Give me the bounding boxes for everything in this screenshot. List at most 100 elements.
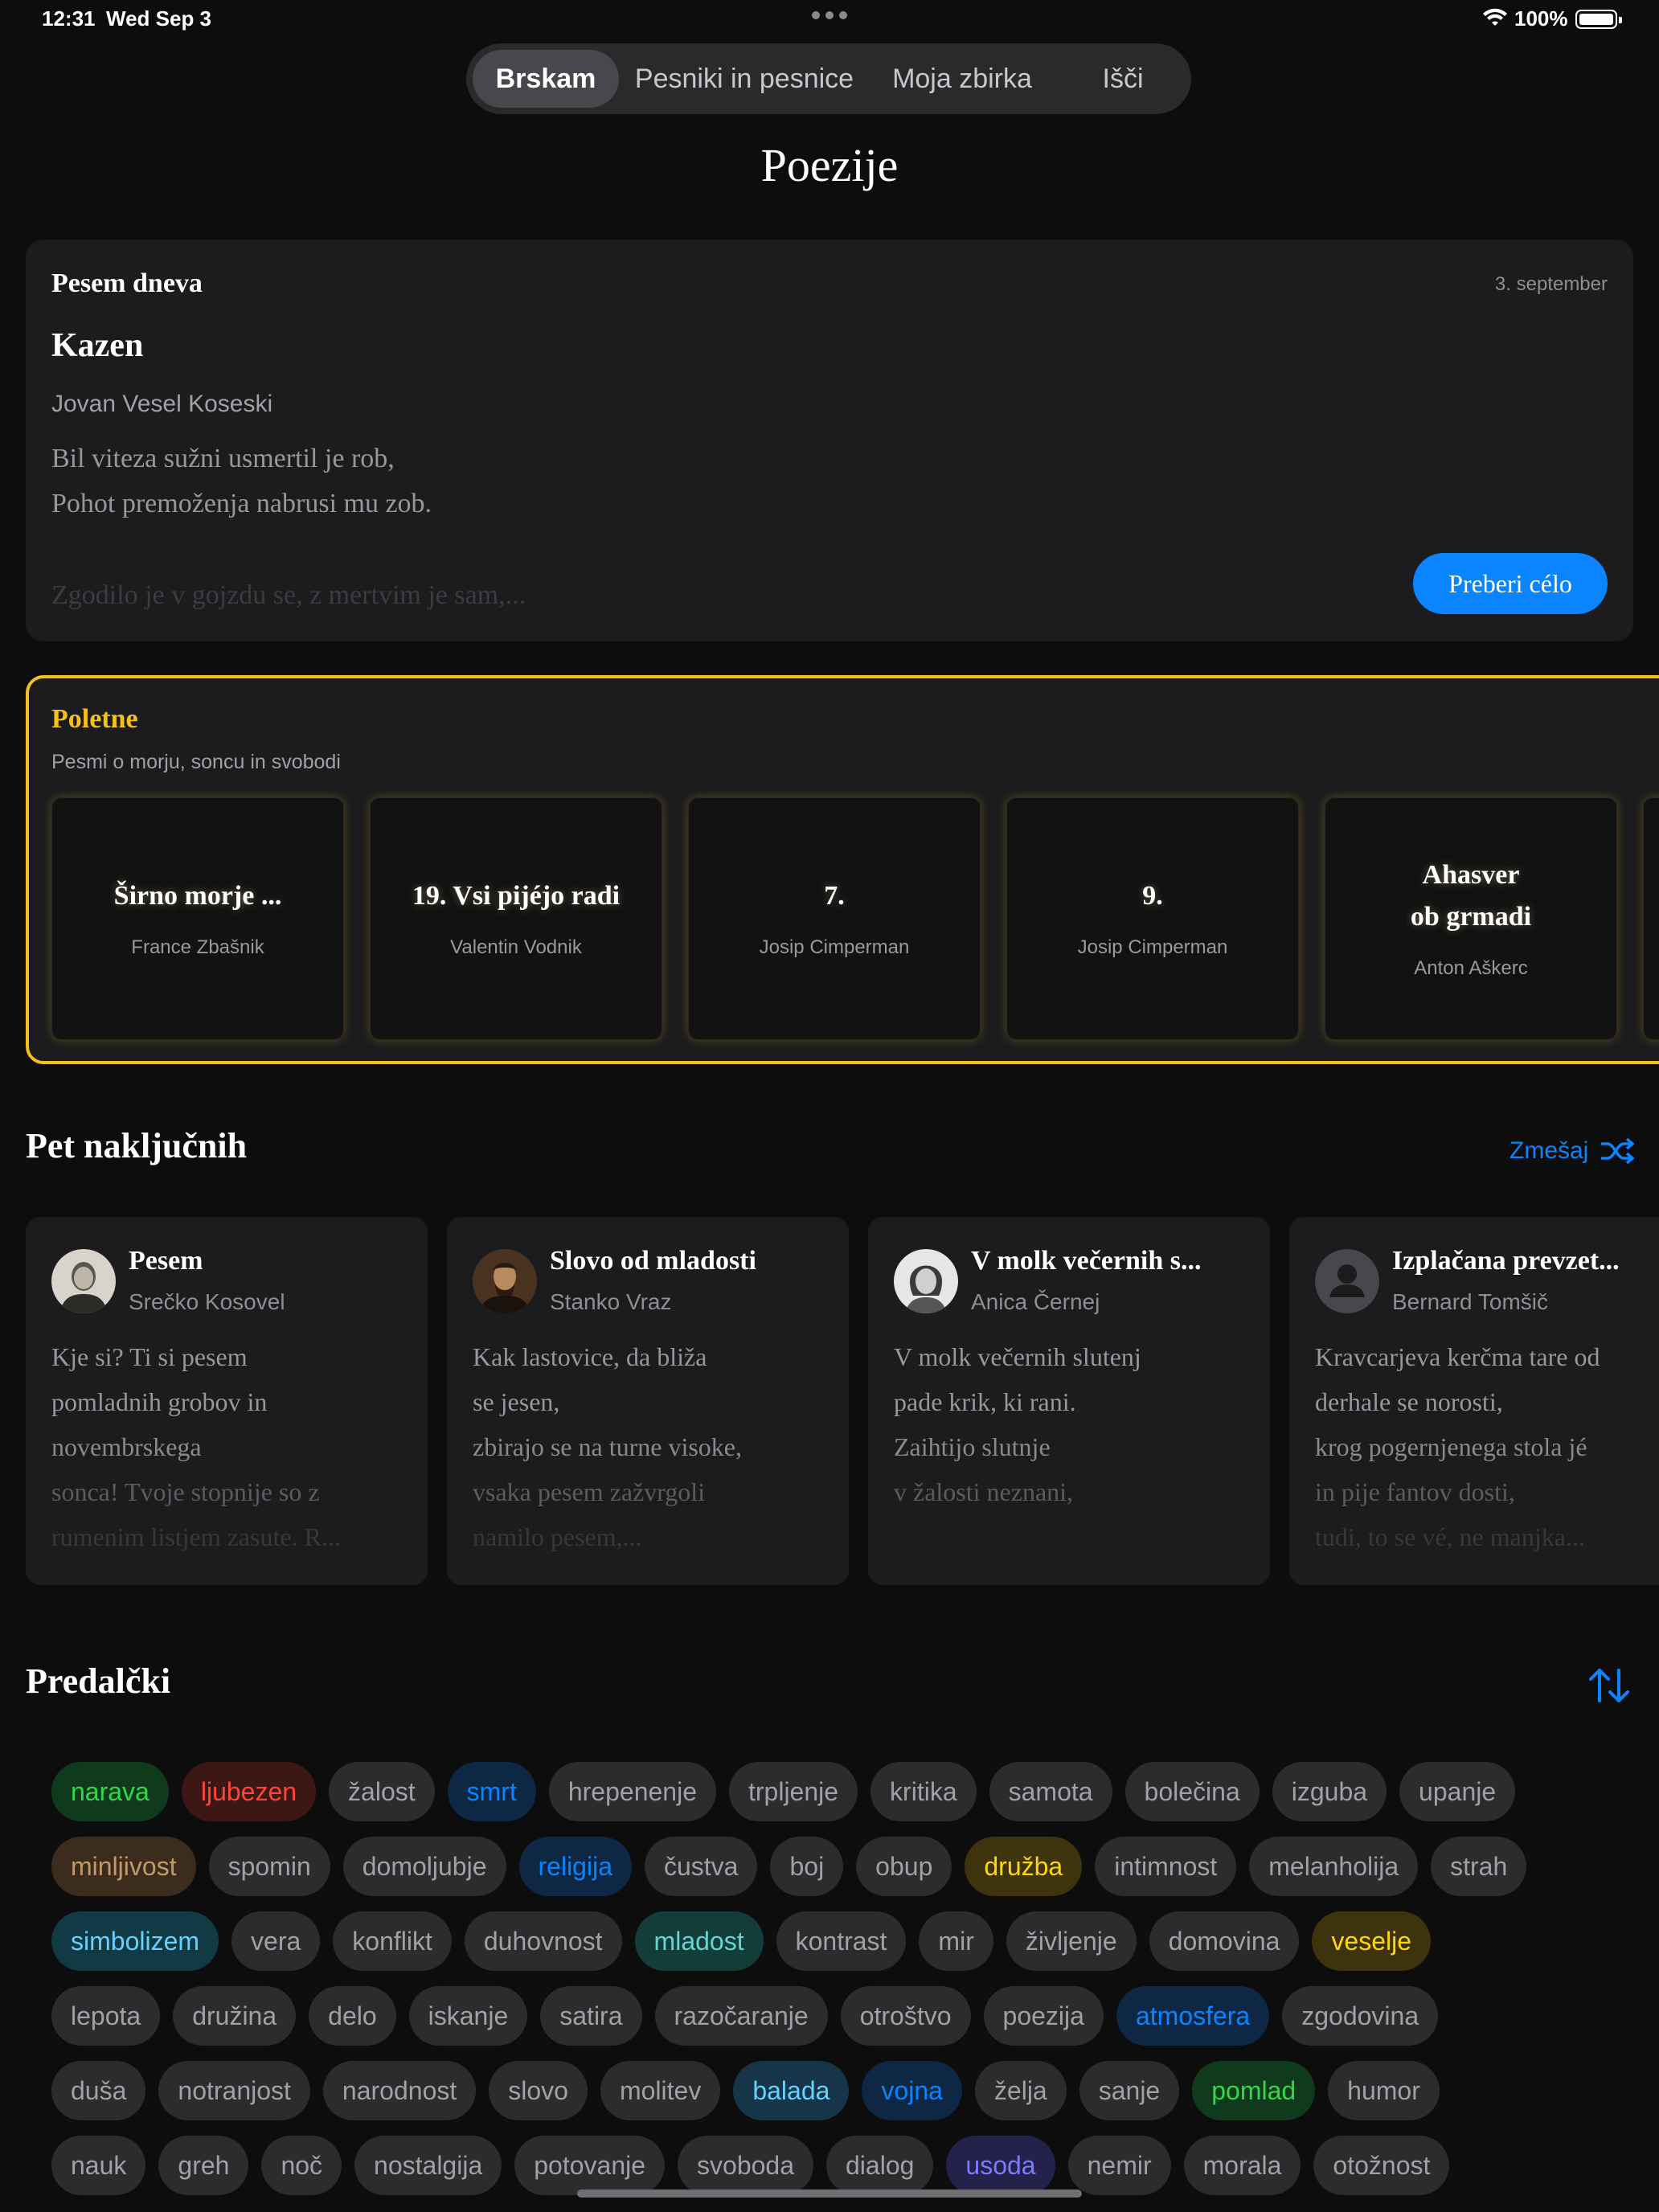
tag-chip[interactable]: satira bbox=[540, 1986, 642, 2046]
tag-chip[interactable]: simbolizem bbox=[51, 1911, 219, 1971]
tag-chip[interactable]: noč bbox=[261, 2136, 342, 2195]
collection-poem-card[interactable] bbox=[1643, 797, 1659, 1040]
tag-chip[interactable]: svoboda bbox=[678, 2136, 813, 2195]
poem-line: pomladnih grobov in bbox=[51, 1387, 268, 1416]
tag-chip[interactable]: greh bbox=[158, 2136, 249, 2195]
tag-chip[interactable]: žalost bbox=[329, 1762, 435, 1821]
tag-chip[interactable]: želja bbox=[974, 2061, 1067, 2120]
tag-chip[interactable]: melanholija bbox=[1249, 1837, 1419, 1896]
collection-poem-card[interactable]: 19. Vsi pijéjo radi Valentin Vodnik bbox=[370, 797, 662, 1040]
collection-poem-card[interactable]: Širno morje ... France Zbašnik bbox=[51, 797, 344, 1040]
tag-chip[interactable]: narava bbox=[51, 1762, 169, 1821]
battery-percentage: 100% bbox=[1514, 6, 1568, 31]
tag-chip[interactable]: strah bbox=[1431, 1837, 1527, 1896]
tag-chip[interactable]: razočaranje bbox=[654, 1986, 828, 2046]
tag-chip[interactable]: intimnost bbox=[1095, 1837, 1237, 1896]
tag-chip[interactable]: balada bbox=[733, 2061, 850, 2120]
tag-chip[interactable]: morala bbox=[1183, 2136, 1301, 2195]
poem-line: tudi, to se vé, ne manjka... bbox=[1315, 1522, 1585, 1551]
tag-chip[interactable]: nostalgija bbox=[354, 2136, 502, 2195]
tag-chip[interactable]: molitev bbox=[600, 2061, 721, 2120]
tag-chip[interactable]: duša bbox=[51, 2061, 146, 2120]
tag-chip[interactable]: sanje bbox=[1079, 2061, 1180, 2120]
tag-chip[interactable]: mladost bbox=[634, 1911, 764, 1971]
collection-poem-card[interactable]: 7. Josip Cimperman bbox=[688, 797, 981, 1040]
collection-poem-card[interactable]: 9. Josip Cimperman bbox=[1006, 797, 1299, 1040]
sort-icon[interactable] bbox=[1588, 1667, 1630, 1704]
tag-chip[interactable]: ljubezen bbox=[181, 1762, 317, 1821]
card-author: Anton Aškerc bbox=[1414, 957, 1528, 979]
tag-chip[interactable]: spomin bbox=[208, 1837, 330, 1896]
tag-chip[interactable]: religija bbox=[518, 1837, 632, 1896]
tag-chip[interactable]: poezija bbox=[983, 1986, 1104, 2046]
tab-poets[interactable]: Pesniki in pesnice bbox=[624, 50, 865, 108]
tag-chip[interactable]: duhovnost bbox=[464, 1911, 622, 1971]
tag-row: lepota družina delo iskanje satira razočaranj… bbox=[51, 1986, 1451, 2046]
tag-chip[interactable]: kritika bbox=[870, 1762, 977, 1821]
tab-browse[interactable]: Brskam bbox=[473, 50, 619, 108]
tag-chip[interactable]: pomlad bbox=[1192, 2061, 1316, 2120]
tag-chip[interactable]: družina bbox=[173, 1986, 297, 2046]
random-section-title: Pet naključnih bbox=[26, 1126, 248, 1165]
shuffle-button[interactable]: Zmešaj bbox=[1509, 1135, 1636, 1167]
tag-chip[interactable]: izguba bbox=[1272, 1762, 1387, 1821]
tag-chip[interactable]: mir bbox=[919, 1911, 993, 1971]
tag-chip[interactable]: konflikt bbox=[333, 1911, 452, 1971]
tag-chip[interactable]: čustva bbox=[644, 1837, 758, 1896]
tag-chip[interactable]: veselje bbox=[1312, 1911, 1432, 1971]
random-poem-card[interactable]: V molk večernih s... Anica Černej V molk… bbox=[868, 1217, 1270, 1585]
random-poem-card[interactable]: Pesem Srečko Kosovel Kje si? Ti si pesem… bbox=[26, 1217, 428, 1585]
tag-chip[interactable]: narodnost bbox=[322, 2061, 477, 2120]
poem-line: derhale se norosti, bbox=[1315, 1387, 1503, 1416]
status-bar: 12:31 Wed Sep 3 100% bbox=[0, 0, 1659, 39]
tag-chip[interactable]: usoda bbox=[946, 2136, 1055, 2195]
tag-chip[interactable]: domoljubje bbox=[342, 1837, 506, 1896]
tag-chip[interactable]: notranjost bbox=[158, 2061, 310, 2120]
collection-title: Poletne bbox=[51, 704, 138, 734]
tag-chip[interactable]: življenje bbox=[1006, 1911, 1137, 1971]
tag-chip[interactable]: obup bbox=[856, 1837, 952, 1896]
home-indicator[interactable] bbox=[577, 2189, 1082, 2198]
multitasking-dots-icon[interactable] bbox=[812, 11, 847, 21]
collection-poem-card[interactable]: Ahasver ob grmadi Anton Aškerc bbox=[1325, 797, 1617, 1040]
tag-chip[interactable]: atmosfera bbox=[1116, 1986, 1270, 2046]
tag-chip[interactable]: minljivost bbox=[51, 1837, 196, 1896]
tag-chip[interactable]: samota bbox=[989, 1762, 1112, 1821]
tag-chip[interactable]: zgodovina bbox=[1282, 1986, 1439, 2046]
tag-chip[interactable]: bolečina bbox=[1124, 1762, 1260, 1821]
random-poem-card[interactable]: Slovo od mladosti Stanko Vraz Kak lastov… bbox=[447, 1217, 849, 1585]
poem-line: Pohot premoženja nabrusi mu zob. bbox=[51, 489, 432, 518]
tag-chip[interactable]: slovo bbox=[489, 2061, 588, 2120]
tag-chip[interactable]: domovina bbox=[1149, 1911, 1300, 1971]
card-author: Josip Cimperman bbox=[1077, 936, 1228, 958]
tag-chip[interactable]: humor bbox=[1328, 2061, 1440, 2120]
read-full-button[interactable]: Preberi célo bbox=[1413, 553, 1608, 614]
tag-chip[interactable]: vera bbox=[231, 1911, 321, 1971]
tag-chip[interactable]: smrt bbox=[447, 1762, 536, 1821]
tab-search[interactable]: Išči bbox=[1061, 50, 1185, 108]
random-poem-card[interactable]: Izplačana prevzet... Bernard Tomšič Krav… bbox=[1289, 1217, 1659, 1585]
tab-my-collection[interactable]: Moja zbirka bbox=[873, 50, 1051, 108]
poem-of-the-day-card[interactable]: Pesem dneva 3. september Kazen Jovan Ves… bbox=[26, 240, 1633, 641]
poem-line: krog pogernjenega stola jé bbox=[1315, 1432, 1587, 1461]
tag-chip[interactable]: potovanje bbox=[514, 2136, 666, 2195]
poem-line: sonca! Tvoje stopnije so z bbox=[51, 1477, 320, 1506]
page-title: Poezije bbox=[760, 139, 899, 191]
tag-chip[interactable]: družba bbox=[965, 1837, 1083, 1896]
tag-chip[interactable]: otroštvo bbox=[840, 1986, 971, 2046]
tag-chip[interactable]: lepota bbox=[51, 1986, 161, 2046]
poem-line: zbirajo se na turne visoke, bbox=[473, 1432, 742, 1461]
tag-chip[interactable]: hrepenenje bbox=[548, 1762, 716, 1821]
tag-chip[interactable]: delo bbox=[309, 1986, 396, 2046]
tag-chip[interactable]: dialog bbox=[826, 2136, 934, 2195]
tag-chip[interactable]: upanje bbox=[1399, 1762, 1516, 1821]
tag-chip[interactable]: nauk bbox=[51, 2136, 146, 2195]
tag-chip[interactable]: otožnost bbox=[1313, 2136, 1450, 2195]
poem-line: rumenim listjem zasute. R... bbox=[51, 1522, 341, 1551]
tag-chip[interactable]: kontrast bbox=[776, 1911, 907, 1971]
tag-chip[interactable]: nemir bbox=[1067, 2136, 1171, 2195]
tag-chip[interactable]: vojna bbox=[862, 2061, 962, 2120]
tag-chip[interactable]: trpljenje bbox=[728, 1762, 858, 1821]
tag-chip[interactable]: iskanje bbox=[408, 1986, 528, 2046]
tag-chip[interactable]: boj bbox=[770, 1837, 844, 1896]
